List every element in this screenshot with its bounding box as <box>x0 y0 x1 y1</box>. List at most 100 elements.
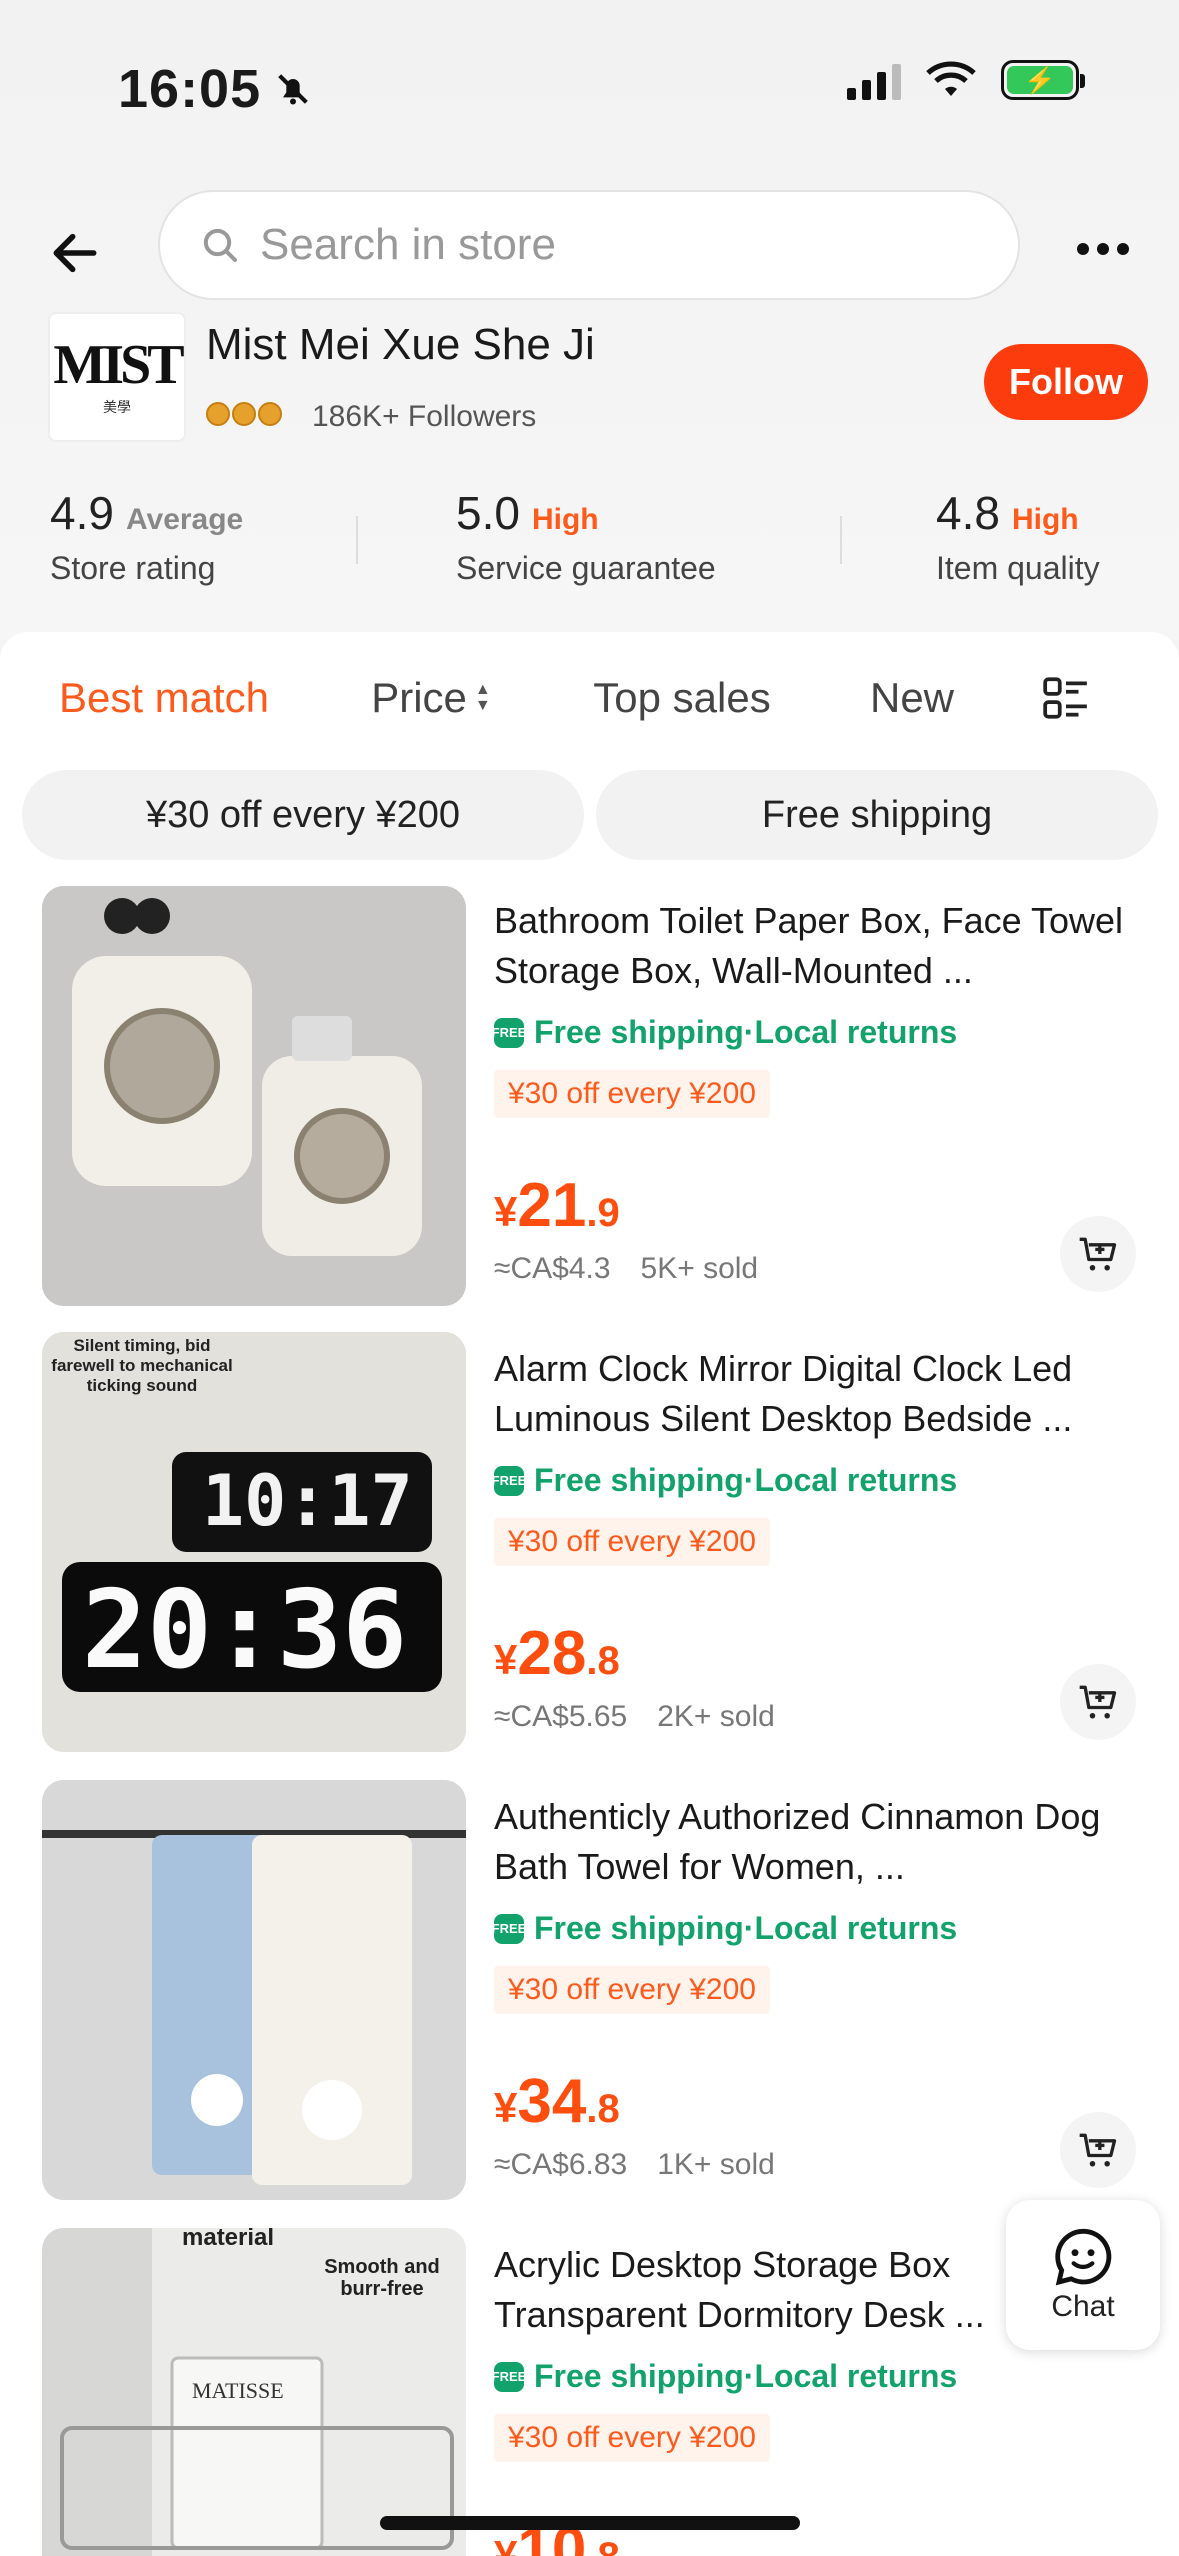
price-integer: 34 <box>517 2067 587 2136</box>
product-price: ¥34.8 <box>494 2066 620 2137</box>
home-indicator[interactable] <box>380 2516 800 2530</box>
back-button[interactable] <box>32 210 118 296</box>
shipping-info: FREE Free shipping·Local returns <box>492 1910 958 1947</box>
chat-button[interactable]: Chat <box>1006 2200 1160 2350</box>
shipping-text: Free shipping·Local returns <box>534 1462 958 1498</box>
add-to-cart-button[interactable] <box>1060 2112 1136 2188</box>
sort-arrows-icon: ▲ ▼ <box>474 681 491 714</box>
free-shipping-badge-icon: FREE <box>492 1913 526 1944</box>
store-rating: 4.9 Average Store rating <box>50 486 243 587</box>
filter-chip-coupon[interactable]: ¥30 off every ¥200 <box>22 770 584 860</box>
follow-button[interactable]: Follow <box>984 344 1148 420</box>
price-integer: 21 <box>517 1171 587 1240</box>
add-to-cart-button[interactable] <box>1060 1664 1136 1740</box>
more-options-button[interactable] <box>1044 190 1162 308</box>
store-logo-subtext: 美學 <box>103 401 131 416</box>
tab-price[interactable]: Price ▲ ▼ <box>320 650 542 746</box>
list-view-icon <box>1043 677 1087 719</box>
product-image-caption: Smooth and burr-free <box>324 2256 440 2300</box>
more-dot <box>1077 243 1089 255</box>
coupon-tag: ¥30 off every ¥200 <box>494 1518 770 1566</box>
product-price: ¥28.8 <box>494 1618 620 1689</box>
store-name[interactable]: Mist Mei Xue She Ji <box>206 320 595 370</box>
rating-level: High <box>531 503 599 536</box>
add-to-cart-button[interactable] <box>1060 1216 1136 1292</box>
price-currency: ¥ <box>494 2532 518 2556</box>
layout-toggle-button[interactable] <box>1008 650 1124 746</box>
divider <box>356 516 358 564</box>
store-logo[interactable]: MIST 美學 <box>48 312 186 442</box>
search-icon <box>203 228 237 262</box>
price-currency: ¥ <box>494 1188 518 1235</box>
free-shipping-badge-icon: FREE <box>492 2361 526 2392</box>
product-title[interactable]: Alarm Clock Mirror Digital Clock Led Lum… <box>494 1344 1134 1444</box>
product-image-art <box>42 1780 466 2200</box>
battery-icon: ⚡ <box>1001 60 1085 100</box>
status-time: 16:05 <box>118 58 313 120</box>
rating-label: Item quality <box>936 550 1100 586</box>
price-decimal: .8 <box>586 1639 620 1683</box>
price-currency: ¥ <box>494 1636 518 1683</box>
status-time-text: 16:05 <box>118 59 262 119</box>
price-currency: ¥ <box>494 2084 518 2131</box>
coupon-tag: ¥30 off every ¥200 <box>494 1070 770 1118</box>
price-details: ≈CA$6.83 1K+ sold <box>494 2148 775 2182</box>
store-logo-text: MIST <box>53 334 184 396</box>
clock-display-top: 10:17 <box>202 1460 413 1542</box>
divider <box>840 516 842 564</box>
product-title[interactable]: Acrylic Desktop Storage Box Transparent … <box>494 2240 1014 2340</box>
shipping-info: FREE Free shipping·Local returns <box>492 1462 958 1499</box>
converted-price: ≈CA$6.83 <box>494 2148 628 2181</box>
cart-plus-icon <box>1079 2133 1117 2167</box>
price-details: ≈CA$5.65 2K+ sold <box>494 1700 775 1734</box>
rating-level: Average <box>125 503 244 536</box>
product-image[interactable]: Silent timing, bid farewell to mechanica… <box>42 1332 466 1752</box>
price-decimal: .8 <box>586 2535 619 2556</box>
price-details: ≈CA$4.3 5K+ sold <box>494 1252 758 1286</box>
clock-display-bottom: 20:36 <box>82 1568 408 1693</box>
product-title[interactable]: Authenticly Authorized Cinnamon Dog Bath… <box>494 1792 1134 1892</box>
cart-plus-icon <box>1079 1685 1117 1719</box>
store-level-crowns-icon <box>206 402 282 426</box>
shipping-text: Free shipping·Local returns <box>534 2358 958 2394</box>
silent-bell-icon <box>278 74 308 105</box>
sold-count: 2K+ sold <box>657 1700 775 1733</box>
rating-value: 4.8 <box>936 487 1000 539</box>
more-dot <box>1097 243 1109 255</box>
coupon-tag: ¥30 off every ¥200 <box>494 1966 770 2014</box>
product-image[interactable]: material Smooth and burr-free MATISSE <box>42 2228 466 2556</box>
shipping-info: FREE Free shipping·Local returns <box>492 1014 958 1051</box>
product-title[interactable]: Bathroom Toilet Paper Box, Face Towel St… <box>494 896 1134 996</box>
tab-price-label: Price <box>371 674 467 721</box>
search-placeholder: Search in store <box>260 220 556 269</box>
tab-best-match[interactable]: Best match <box>14 650 314 746</box>
product-image-caption-top: material <box>182 2228 275 2251</box>
sold-count: 5K+ sold <box>640 1252 759 1285</box>
product-image[interactable] <box>42 1780 466 2200</box>
price-decimal: .9 <box>586 1191 620 1235</box>
wifi-icon <box>926 61 976 96</box>
back-arrow-icon <box>53 233 97 273</box>
cart-plus-icon <box>1079 1237 1117 1271</box>
shipping-text: Free shipping·Local returns <box>534 1910 958 1946</box>
followers-count: 186K+ Followers <box>312 400 537 433</box>
price-integer: 28 <box>517 1619 587 1688</box>
coupon-tag: ¥30 off every ¥200 <box>494 2414 770 2462</box>
tab-top-sales[interactable]: Top sales <box>544 650 820 746</box>
product-image[interactable] <box>42 886 466 1306</box>
free-shipping-badge-icon: FREE <box>492 1017 526 1048</box>
rating-value: 5.0 <box>456 487 520 539</box>
store-search-input[interactable]: Search in store <box>158 190 1020 300</box>
filter-chip-free-shipping[interactable]: Free shipping <box>596 770 1158 860</box>
tab-new[interactable]: New <box>824 650 1000 746</box>
converted-price: ≈CA$5.65 <box>494 1700 628 1733</box>
more-dot <box>1117 243 1129 255</box>
rating-level: High <box>1011 503 1079 536</box>
product-image-art <box>42 886 466 1306</box>
converted-price: ≈CA$4.3 <box>494 1252 611 1285</box>
rating-label: Service guarantee <box>456 550 716 586</box>
chat-label: Chat <box>1051 2290 1115 2323</box>
rating-label: Store rating <box>50 550 216 586</box>
product-price: ¥21.9 <box>494 1170 620 1241</box>
service-guarantee-rating: 5.0 High Service guarantee <box>456 486 716 587</box>
